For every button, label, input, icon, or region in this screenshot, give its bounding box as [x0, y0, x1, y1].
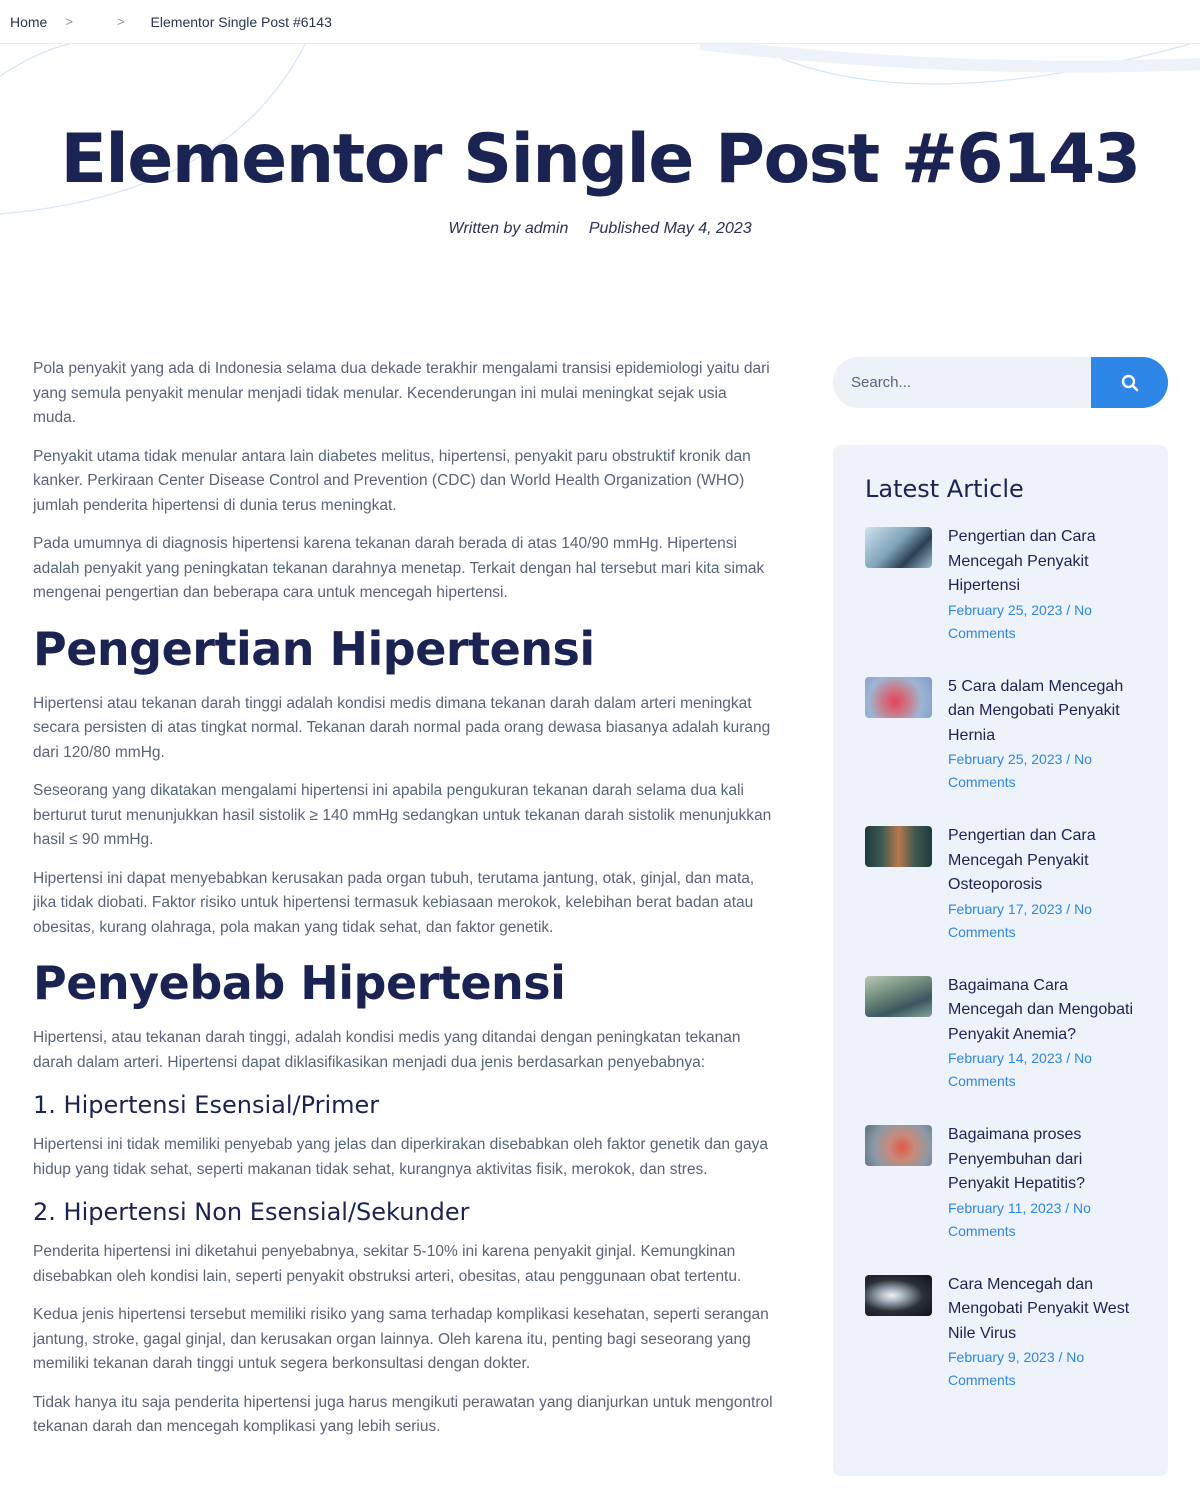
page-title: Elementor Single Post #6143 — [60, 120, 1141, 199]
paragraph: Hipertensi ini dapat menyebabkan kerusak… — [33, 869, 755, 936]
article-thumbnail[interactable] — [865, 527, 932, 568]
latest-article-item: 5 Cara dalam Mencegah dan Mengobati Peny… — [865, 675, 1136, 795]
paragraph: Penyakit utama tidak menular antara lain… — [33, 447, 751, 514]
article-content: Pola penyakit yang ada di Indonesia sela… — [33, 357, 773, 1454]
paragraph: Pada umumnya di diagnosis hipertensi kar… — [33, 535, 765, 601]
article-meta[interactable]: February 9, 2023 / No Comments — [948, 1346, 1136, 1392]
article-thumbnail[interactable] — [865, 975, 932, 1017]
latest-article-item: Pengertian dan Cara Mencegah Penyakit Os… — [865, 824, 1136, 944]
search-button[interactable] — [1091, 357, 1168, 408]
search-icon — [1121, 374, 1138, 391]
heading-pengertian: Pengertian Hipertensi — [33, 621, 595, 676]
breadcrumb: Home > > Elementor Single Post #6143 — [0, 0, 1200, 44]
paragraph: Kedua jenis hipertensi tersebut memiliki… — [33, 1306, 769, 1372]
chevron-right-icon: > — [116, 14, 125, 29]
heading-primer: 1. Hipertensi Esensial/Primer — [33, 1091, 380, 1119]
article-meta[interactable]: February 25, 2023 / No Comments — [948, 748, 1136, 794]
latest-articles-widget: Latest Article Pengertian dan Cara Mence… — [833, 445, 1168, 1476]
paragraph: Pola penyakit yang ada di Indonesia sela… — [33, 360, 770, 426]
paragraph: Seseorang yang dikatakan mengalami hiper… — [33, 782, 772, 848]
breadcrumb-home-link[interactable]: Home — [10, 14, 47, 30]
heading-penyebab: Penyebab Hipertensi — [33, 956, 566, 1010]
latest-article-item: Bagaimana proses Penyembuhan dari Penyak… — [865, 1123, 1136, 1243]
latest-article-item: Pengertian dan Cara Mencegah Penyakit Hi… — [865, 525, 1136, 645]
paragraph: Hipertensi atau tekanan darah tinggi ada… — [33, 694, 771, 761]
article-meta[interactable]: February 14, 2023 / No Comments — [948, 1047, 1136, 1093]
latest-article-item: Bagaimana Cara Mencegah dan Mengobati Pe… — [865, 974, 1136, 1094]
paragraph: Hipertensi, atau tekanan darah tinggi, a… — [33, 1029, 741, 1071]
article-title-link[interactable]: Cara Mencegah dan Mengobati Penyakit Wes… — [948, 1273, 1136, 1347]
article-title-link[interactable]: Bagaimana Cara Mencegah dan Mengobati Pe… — [948, 974, 1136, 1048]
post-meta: Written by admin Published May 4, 2023 — [0, 220, 1200, 238]
article-title-link[interactable]: Bagaimana proses Penyembuhan dari Penyak… — [948, 1123, 1136, 1197]
article-meta[interactable]: February 17, 2023 / No Comments — [948, 898, 1136, 944]
chevron-right-icon: > — [65, 14, 73, 29]
article-thumbnail[interactable] — [865, 1125, 932, 1166]
post-author: Written by admin — [448, 220, 569, 237]
search-form — [833, 357, 1168, 408]
search-input[interactable] — [833, 357, 1091, 408]
article-thumbnail[interactable] — [865, 1274, 932, 1316]
paragraph: Hipertensi ini tidak memiliki penyebab y… — [33, 1136, 768, 1178]
article-thumbnail[interactable] — [865, 826, 932, 867]
article-meta[interactable]: February 25, 2023 / No Comments — [948, 599, 1136, 645]
paragraph: Tidak hanya itu saja penderita hipertens… — [33, 1393, 773, 1436]
paragraph: Penderita hipertensi ini diketahui penye… — [33, 1243, 742, 1285]
article-thumbnail[interactable] — [865, 676, 932, 718]
latest-articles-title: Latest Article — [865, 475, 1024, 503]
article-title-link[interactable]: 5 Cara dalam Mencegah dan Mengobati Peny… — [948, 675, 1136, 749]
latest-article-item: Cara Mencegah dan Mengobati Penyakit Wes… — [865, 1273, 1136, 1393]
article-meta[interactable]: February 11, 2023 / No Comments — [948, 1197, 1136, 1243]
breadcrumb-current: Elementor Single Post #6143 — [150, 13, 332, 30]
post-date: Published May 4, 2023 — [588, 220, 752, 237]
sidebar: Latest Article Pengertian dan Cara Mence… — [833, 357, 1168, 1476]
article-title-link[interactable]: Pengertian dan Cara Mencegah Penyakit Os… — [948, 824, 1136, 898]
heading-sekunder: 2. Hipertensi Non Esensial/Sekunder — [33, 1198, 470, 1226]
article-title-link[interactable]: Pengertian dan Cara Mencegah Penyakit Hi… — [948, 525, 1136, 599]
